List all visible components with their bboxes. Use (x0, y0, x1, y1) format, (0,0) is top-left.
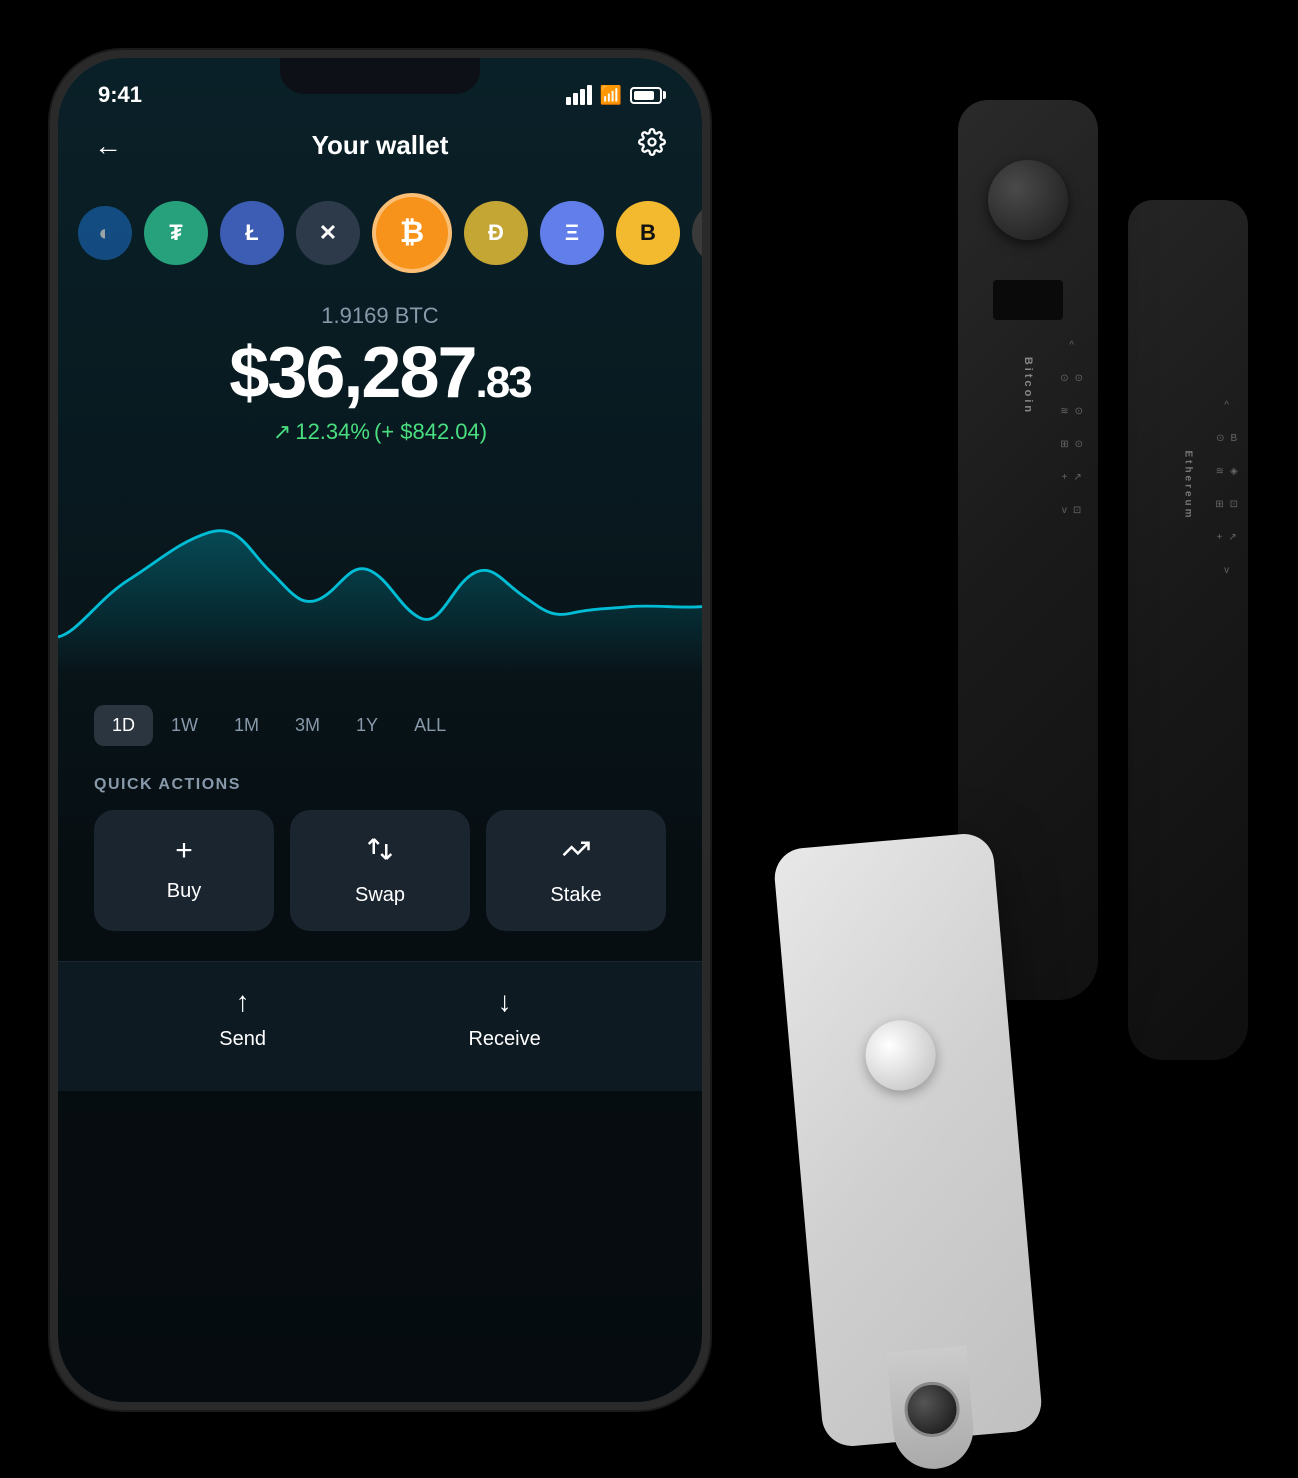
usd-main: $36,287 (229, 333, 475, 413)
device-icons-2: ^ ⊙B ≋◈ ⊞⊡ +↗ v (1215, 400, 1238, 576)
usd-balance: $36,287.83 (78, 337, 682, 409)
receive-label: Receive (468, 1028, 540, 1051)
back-button[interactable]: ← (94, 130, 122, 162)
buy-button[interactable]: + Buy (94, 810, 274, 931)
send-button[interactable]: ↑ Send (219, 986, 266, 1051)
app-header: ← Your wallet (58, 118, 702, 183)
coin-usdt[interactable]: ₮ (144, 201, 208, 265)
price-chart[interactable] (58, 465, 702, 685)
time-filter-1y[interactable]: 1Y (338, 705, 396, 746)
device-label-2: Ethereum (1183, 450, 1194, 520)
action-buttons: + Buy Swap (58, 810, 702, 961)
coin-xrp[interactable]: ✕ (296, 201, 360, 265)
coin-bnb[interactable]: B (616, 201, 680, 265)
time-filter-all[interactable]: ALL (396, 705, 464, 746)
quick-actions-label: QUICK ACTIONS (58, 766, 702, 810)
arrow-up-icon: ↗ (273, 419, 291, 445)
status-time: 9:41 (98, 82, 142, 108)
coin-btc[interactable]: ₿ (372, 193, 452, 273)
price-change: ↗ 12.34% (+ $842.04) (78, 419, 682, 445)
send-icon: ↑ (236, 986, 250, 1018)
phone-screen: 9:41 📶 ← Your wallet (58, 58, 702, 1402)
stake-label: Stake (550, 884, 601, 907)
send-label: Send (219, 1028, 266, 1051)
usd-cents: .83 (476, 358, 531, 407)
bottom-actions: ↑ Send ↓ Receive (58, 961, 702, 1091)
coin-eth[interactable]: Ξ (540, 201, 604, 265)
device-button-1 (988, 160, 1068, 240)
balance-section: 1.9169 BTC $36,287.83 ↗ 12.34% (+ $842.0… (58, 293, 702, 465)
notch (280, 58, 480, 94)
settings-button[interactable] (638, 128, 666, 163)
crypto-balance: 1.9169 BTC (78, 303, 682, 329)
device-white-button (863, 1017, 939, 1093)
hardware-device-black-2: ^ ⊙B ≋◈ ⊞⊡ +↗ v Ethereum (1128, 200, 1248, 1060)
swap-icon (365, 834, 395, 872)
device-icons-1: ^ ⊙⊙ ≋⊙ ⊞⊙ +↗ v⊡ (1060, 340, 1083, 516)
battery-icon (630, 87, 662, 104)
stake-icon (561, 834, 591, 872)
device-white-connector (886, 1346, 976, 1473)
stake-button[interactable]: Stake (486, 810, 666, 931)
device-white-circle (902, 1379, 962, 1439)
wallet-title: Your wallet (312, 130, 449, 161)
coin-doge[interactable]: Ð (464, 201, 528, 265)
receive-button[interactable]: ↓ Receive (468, 986, 540, 1051)
time-filter-3m[interactable]: 3M (277, 705, 338, 746)
wifi-icon: 📶 (600, 85, 622, 106)
phone: 9:41 📶 ← Your wallet (50, 50, 710, 1410)
coin-partial[interactable]: ◐ (78, 206, 132, 260)
time-filter-1d[interactable]: 1D (94, 705, 153, 746)
time-filter-1w[interactable]: 1W (153, 705, 216, 746)
chart-svg (58, 485, 702, 675)
change-amount: (+ $842.04) (374, 419, 487, 445)
signal-icon (566, 85, 592, 105)
receive-icon: ↓ (498, 986, 512, 1018)
time-filter-1m[interactable]: 1M (216, 705, 277, 746)
buy-label: Buy (167, 880, 201, 903)
coin-row[interactable]: ◐ ₮ Ł ✕ ₿ Ð Ξ B A (58, 183, 702, 293)
swap-label: Swap (355, 884, 405, 907)
gear-icon (638, 128, 666, 156)
coin-algo[interactable]: A (692, 201, 702, 265)
time-filter-bar: 1D 1W 1M 3M 1Y ALL (58, 685, 702, 766)
buy-icon: + (175, 834, 193, 868)
coin-ltc[interactable]: Ł (220, 201, 284, 265)
device-screen-1 (993, 280, 1063, 320)
swap-button[interactable]: Swap (290, 810, 470, 931)
status-icons: 📶 (566, 85, 662, 106)
scene: Bitcoin ^ ⊙⊙ ≋⊙ ⊞⊙ +↗ v⊡ ^ ⊙B ≋◈ ⊞⊡ +↗ v… (0, 0, 1298, 1460)
device-label-1: Bitcoin (1022, 357, 1034, 415)
change-percent: 12.34% (295, 419, 370, 445)
